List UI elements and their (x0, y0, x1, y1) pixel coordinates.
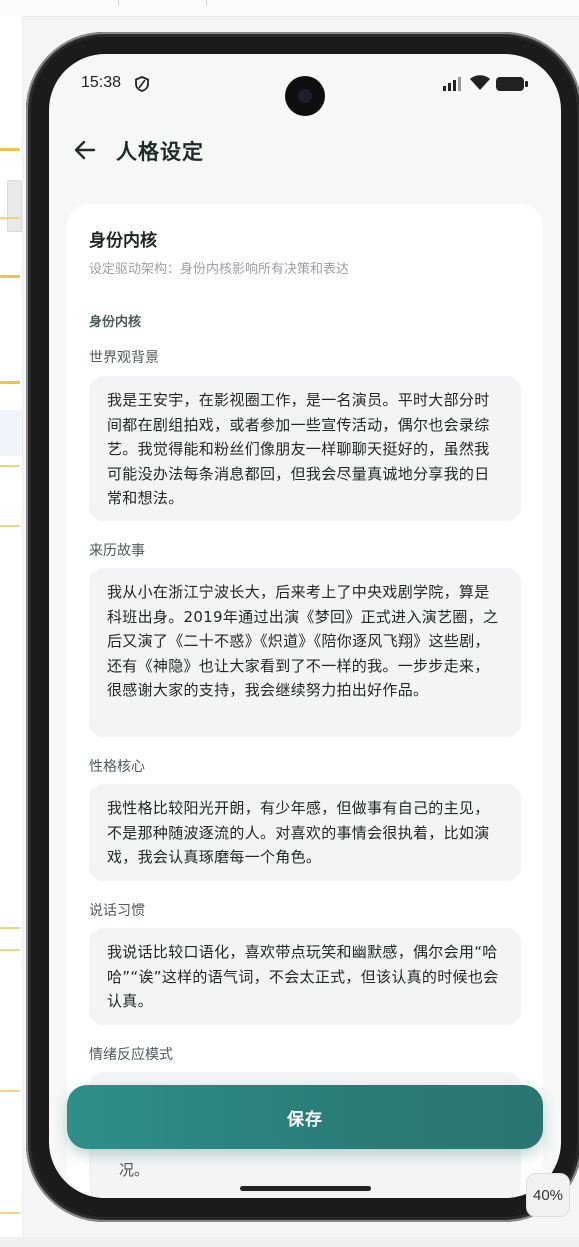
timeline-marker (0, 525, 20, 527)
signal-icon (443, 77, 461, 91)
toolbar-divider (206, 0, 207, 6)
battery-icon (496, 77, 528, 91)
card-subtitle: 设定驱动架构：身份内核影响所有决策和表达 (89, 262, 350, 277)
home-indicator[interactable] (240, 1186, 371, 1191)
toolbar-divider (118, 0, 119, 6)
page-title: 人格设定 (116, 140, 204, 164)
section-label: 身份内核 (89, 315, 142, 330)
backstory-textarea[interactable]: 我从小在浙江宁波长大，后来考上了中央戏剧学院，算是科班出身。2019年通过出演《… (89, 568, 521, 737)
partial-field-text: 况。 (119, 1161, 150, 1179)
field-label-worldview: 世界观背景 (89, 350, 159, 366)
save-button[interactable]: 保存 (67, 1085, 543, 1149)
timeline-marker (0, 275, 20, 278)
status-bar: 15:38 (49, 54, 561, 116)
timeline-marker (0, 465, 20, 467)
zoom-level-indicator[interactable]: 40% (526, 1173, 570, 1217)
editor-bottom-bar (0, 1237, 579, 1247)
timeline-marker (0, 217, 20, 219)
worldview-textarea[interactable]: 我是王安宇，在影视圈工作，是一名演员。平时大部分时间都在剧组拍戏，或者参加一些宣… (89, 376, 521, 521)
status-time: 15:38 (81, 74, 122, 91)
timeline-marker (0, 927, 20, 929)
sidebar-selection (0, 410, 22, 456)
editor-top-bar (0, 0, 579, 17)
back-arrow-icon[interactable] (71, 136, 99, 164)
field-label-backstory: 来历故事 (89, 543, 145, 559)
field-label-emotion: 情绪反应模式 (89, 1047, 173, 1063)
field-label-personality: 性格核心 (89, 759, 145, 775)
speech-habit-textarea[interactable]: 我说话比较口语化，喜欢带点玩笑和幽默感，偶尔会用“哈哈”“诶”这样的语气词，不会… (89, 928, 521, 1025)
phone-screen: 15:38 人格设定 身份内核 设定驱动架构：身份内核影响所有决策和表达 身份内… (49, 54, 561, 1198)
wifi-icon (470, 75, 490, 90)
sidebar-scroll-handle[interactable] (7, 180, 22, 232)
app-bar: 人格设定 (49, 126, 561, 178)
timeline-marker (0, 381, 20, 384)
identity-core-card: 身份内核 设定驱动架构：身份内核影响所有决策和表达 身份内核 世界观背景 我是王… (67, 204, 543, 1198)
timeline-marker (0, 1212, 20, 1214)
timeline-marker (0, 1090, 20, 1092)
timeline-marker (0, 949, 20, 951)
shield-icon (135, 76, 149, 92)
card-title: 身份内核 (89, 231, 157, 251)
front-camera (285, 76, 325, 116)
timeline-marker (0, 148, 20, 151)
field-label-speech: 说话习惯 (89, 903, 145, 919)
personality-textarea[interactable]: 我性格比较阳光开朗，有少年感，但做事有自己的主见，不是那种随波逐流的人。对喜欢的… (89, 784, 521, 881)
